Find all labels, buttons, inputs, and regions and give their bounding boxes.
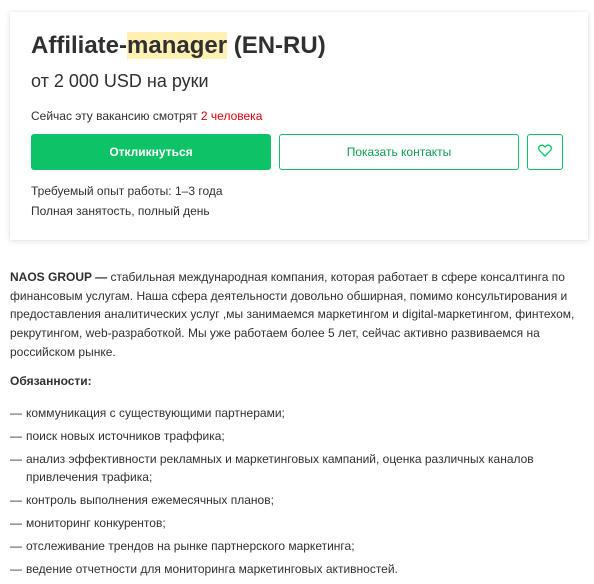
responsibilities-list: — коммуникация с существующими партнерами… (10, 404, 584, 583)
list-dash: — (10, 562, 22, 576)
list-item-text: контроль выполнения ежемесячных планов; (26, 493, 274, 507)
list-item-text: поиск новых источников траффика; (26, 429, 225, 443)
vacancy-card: Affiliate-manager (EN-RU) от 2 000 USD н… (10, 12, 588, 240)
list-item: — мониторинг конкурентов; (10, 514, 584, 532)
list-dash: — (10, 452, 22, 466)
title-highlight: manager (127, 32, 228, 59)
list-item-text: коммуникация с существующими партнерами; (26, 406, 285, 420)
list-item: — ведение отчетности для мониторинга марк… (10, 560, 584, 578)
viewers-text: Сейчас эту вакансию смотрят (31, 109, 201, 123)
list-item-text: мониторинг конкурентов; (26, 516, 166, 530)
list-dash: — (10, 516, 22, 530)
list-dash: — (10, 539, 22, 553)
title-suffix: (EN-RU) (227, 32, 326, 59)
title-prefix: Affiliate- (31, 32, 127, 59)
heart-icon (538, 144, 552, 160)
employment-type: Полная занятость, полный день (31, 204, 210, 218)
favorite-button[interactable] (527, 134, 563, 170)
show-contacts-button[interactable]: Показать контакты (279, 134, 519, 170)
list-dash: — (10, 429, 22, 443)
list-dash: — (10, 406, 22, 420)
viewers-count: 2 человека (200, 109, 263, 123)
company-description: NAOS GROUP — стабильная международная ко… (10, 268, 584, 362)
apply-button[interactable]: Откликнуться (31, 134, 271, 170)
vacancy-title: Affiliate-manager (EN-RU) (31, 30, 326, 62)
company-name: NAOS GROUP — (10, 270, 108, 284)
salary: от 2 000 USD на руки (31, 71, 209, 91)
experience-requirement: Требуемый опыт работы: 1–3 года (31, 184, 223, 198)
list-item: — коммуникация с существующими партнерами… (10, 404, 584, 422)
list-item: — анализ эффективности рекламных и маркет… (10, 450, 584, 486)
list-item-text: ведение отчетности для мониторинга марке… (26, 562, 398, 576)
list-item-text: отслеживание трендов на рынке партнерско… (26, 539, 355, 553)
list-item: — отслеживание трендов на рынке партнерск… (10, 537, 584, 555)
list-item: — поиск новых источников траффика; (10, 427, 584, 445)
responsibilities-heading: Обязанности: (10, 374, 92, 388)
list-dash: — (10, 493, 22, 507)
list-item-text: анализ эффективности рекламных и маркети… (26, 452, 534, 484)
list-item: — контроль выполнения ежемесячных планов; (10, 491, 584, 509)
viewers-info: Сейчас эту вакансию смотрят 2 человека (31, 108, 262, 124)
